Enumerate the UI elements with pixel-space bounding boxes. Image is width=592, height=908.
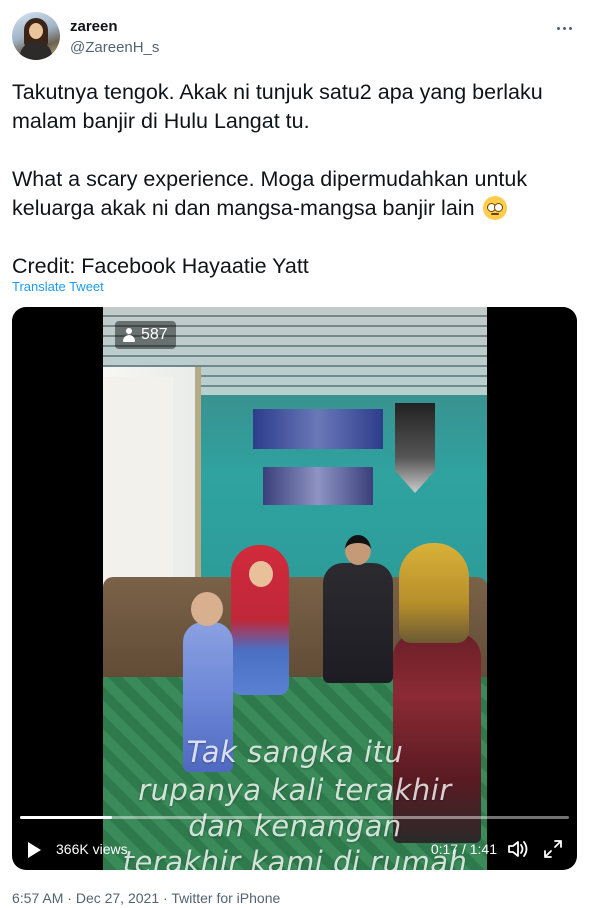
- author-handle[interactable]: @ZareenH_s: [70, 39, 159, 56]
- video-time: 0:17 / 1:41: [430, 841, 497, 857]
- tweet-header: zareen @ZareenH_s: [12, 12, 580, 62]
- fullscreen-icon[interactable]: [543, 839, 563, 859]
- live-viewers-count: 587: [141, 326, 168, 343]
- meta-separator: ·: [63, 890, 76, 906]
- video-progress-bar[interactable]: [20, 816, 569, 819]
- tweet-line-3: What a scary experience. Moga dipermudah…: [12, 167, 528, 191]
- play-icon[interactable]: [28, 842, 41, 858]
- translate-tweet-link[interactable]: Translate Tweet: [12, 279, 104, 294]
- video-controls: 366K views 0:17 / 1:41: [12, 835, 577, 865]
- tweet-source[interactable]: Twitter for iPhone: [171, 890, 280, 906]
- tweet-line-2: malam banjir di Hulu Langat tu.: [12, 109, 310, 133]
- video-subtitle-1: Tak sangka itu: [186, 735, 404, 769]
- video-progress-fill: [20, 816, 113, 819]
- meta-separator: ·: [159, 890, 172, 906]
- person-icon: [123, 328, 135, 342]
- tweet-date[interactable]: Dec 27, 2021: [76, 890, 159, 906]
- video-subtitle-2: rupanya kali terakhir: [138, 773, 452, 807]
- tweet-meta: 6:57 AM · Dec 27, 2021 · Twitter for iPh…: [12, 890, 280, 906]
- tweet-line-5: Credit: Facebook Hayaatie Yatt: [12, 254, 309, 278]
- volume-icon[interactable]: [507, 839, 529, 859]
- more-options-icon[interactable]: [552, 16, 576, 40]
- avatar[interactable]: [12, 12, 60, 60]
- live-viewers-badge: 587: [115, 321, 176, 349]
- view-count: 366K views: [56, 841, 128, 857]
- tweet-time[interactable]: 6:57 AM: [12, 890, 63, 906]
- tweet-line-4: keluarga akak ni dan mangsa-mangsa banji…: [12, 196, 475, 220]
- tweet-text: Takutnya tengok. Akak ni tunjuk satu2 ap…: [12, 78, 582, 281]
- tweet-line-1: Takutnya tengok. Akak ni tunjuk satu2 ap…: [12, 80, 543, 104]
- rolling-eyes-emoji-icon: [482, 196, 507, 220]
- author-name[interactable]: zareen: [70, 18, 118, 35]
- video-player[interactable]: 587 Tak sangka itu rupanya kali terakhir…: [12, 307, 577, 870]
